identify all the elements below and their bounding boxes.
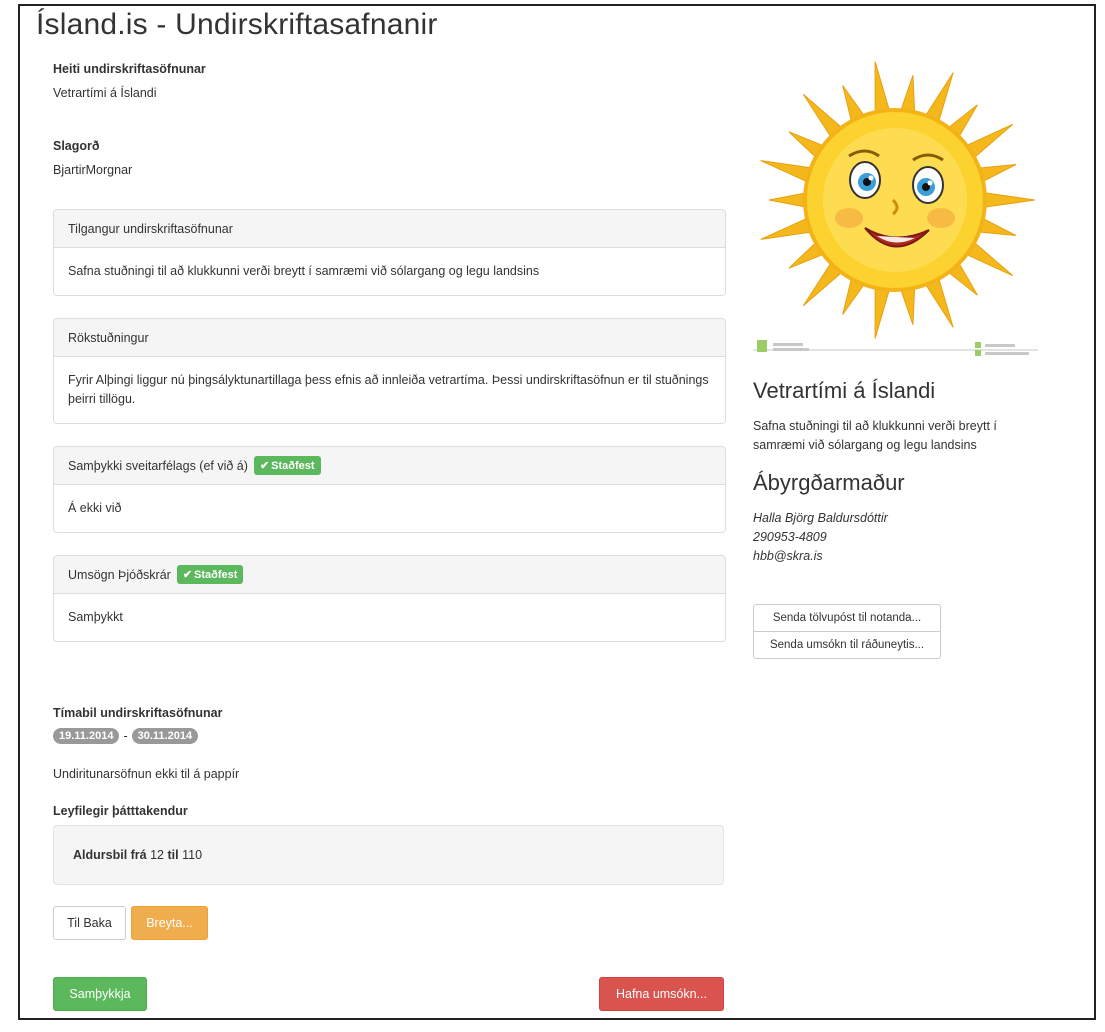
municipality-panel-body: Á ekki við: [68, 501, 122, 515]
age-prefix: Aldursbil frá: [73, 848, 147, 862]
age-range-well: Aldursbil frá 12 til 110: [53, 825, 724, 885]
period-separator: -: [123, 729, 128, 743]
purpose-panel: Tilgangur undirskriftasöfnunar Safna stu…: [53, 209, 726, 296]
registry-panel: Umsögn Þjóðskrár ✔ Staðfest Samþykkt: [53, 555, 726, 642]
reject-button[interactable]: Hafna umsókn...: [599, 977, 724, 1011]
petition-name-label: Heiti undirskriftasöfnunar: [53, 62, 206, 76]
slogan-label: Slagorð: [53, 139, 100, 153]
purpose-panel-heading: Tilgangur undirskriftasöfnunar: [54, 210, 725, 248]
age-to: 110: [182, 848, 203, 862]
registry-panel-body: Samþykkt: [68, 610, 123, 624]
age-mid: til: [167, 848, 179, 862]
status-badge: ✔ Staðfest: [253, 456, 321, 475]
period-label: Tímabil undirskriftasöfnunar: [53, 706, 223, 720]
back-button[interactable]: Til Baka: [53, 906, 126, 940]
petition-name-value: Vetrartími á Íslandi: [53, 86, 157, 100]
check-icon: ✔: [182, 569, 193, 581]
period-end-badge: 30.11.2014: [131, 728, 199, 744]
status-badge-text: Staðfest: [271, 459, 315, 472]
reasoning-panel-heading: Rökstuðningur: [54, 319, 725, 357]
check-icon: ✔: [259, 460, 270, 472]
contact-id: 290953-4809: [753, 530, 827, 544]
reasoning-panel-body: Fyrir Alþingi liggur nú þingsályktunarti…: [68, 373, 709, 406]
send-email-button[interactable]: Senda tölvupóst til notanda...: [753, 604, 941, 632]
municipality-panel: Samþykki sveitarfélags (ef við á) ✔ Stað…: [53, 446, 726, 533]
purpose-panel-body: Safna stuðningi til að klukkunni verði b…: [68, 264, 540, 278]
sun-image: [753, 50, 1038, 370]
send-to-ministry-button[interactable]: Senda umsókn til ráðuneytis...: [753, 631, 941, 659]
municipality-panel-heading: Samþykki sveitarfélags (ef við á) ✔ Stað…: [54, 447, 725, 485]
contact-info: Halla Björg Baldursdóttir 290953-4809 hb…: [753, 509, 888, 566]
reasoning-panel: Rökstuðningur Fyrir Alþingi liggur nú þi…: [53, 318, 726, 424]
contact-email: hbb@skra.is: [753, 549, 823, 563]
period-dates: 19.11.2014 - 30.11.2014: [53, 728, 199, 744]
period-start-badge: 19.11.2014: [53, 728, 120, 744]
registry-panel-heading: Umsögn Þjóðskrár ✔ Staðfest: [54, 556, 725, 594]
paper-note: Undiritunarsöfnun ekki til á pappír: [53, 767, 240, 781]
municipality-heading-text: Samþykki sveitarfélags (ef við á): [68, 458, 248, 473]
slogan-value: BjartirMorgnar: [53, 163, 133, 177]
approve-button[interactable]: Samþykkja: [53, 977, 147, 1011]
participants-label: Leyfilegir þátttakendur: [53, 804, 188, 818]
status-badge-text: Staðfest: [194, 568, 238, 581]
responsible-heading: Ábyrgðarmaður: [753, 470, 905, 495]
sidebar-title: Vetrartími á Íslandi: [753, 378, 936, 403]
status-badge: ✔ Staðfest: [176, 565, 244, 584]
sun-illustration: [753, 61, 1038, 356]
registry-heading-text: Umsögn Þjóðskrár: [68, 567, 171, 582]
age-from: 12: [150, 848, 165, 862]
contact-name: Halla Björg Baldursdóttir: [753, 511, 888, 525]
sidebar-description: Safna stuðningi til að klukkunni verði b…: [753, 419, 997, 452]
page-title: Ísland.is - Undirskriftasafnanir: [36, 8, 438, 41]
edit-button[interactable]: Breyta...: [131, 906, 208, 940]
